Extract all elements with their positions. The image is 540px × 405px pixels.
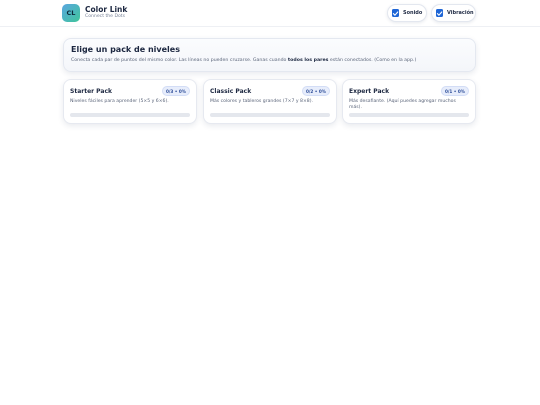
pack-card-header: Expert Pack 0/1 • 0% (349, 86, 469, 96)
vibration-toggle[interactable]: Vibración (431, 4, 476, 22)
pack-card-expert[interactable]: Expert Pack 0/1 • 0% Más desafiante. (Aq… (342, 79, 476, 124)
vibration-checkbox[interactable] (436, 9, 443, 17)
pack-progress-badge: 0/3 • 0% (161, 86, 190, 96)
vibration-label: Vibración (447, 10, 474, 16)
pack-progress-bar (70, 113, 190, 117)
intro-desc-text: Conecta cada par de puntos del mismo col… (71, 58, 288, 63)
check-icon (392, 10, 399, 16)
sound-checkbox[interactable] (392, 9, 399, 17)
sound-label: Sonido (403, 10, 423, 16)
pack-title: Classic Pack (210, 87, 252, 95)
brand-text: Color Link Connect the Dots (85, 6, 127, 20)
pack-progress-badge: 0/1 • 0% (440, 86, 469, 96)
pack-progress-bar (349, 113, 469, 117)
intro-desc-bold: todos los pares (287, 58, 329, 63)
intro-panel: Elige un pack de niveles Conecta cada pa… (63, 38, 476, 72)
pack-card-header: Starter Pack 0/3 • 0% (70, 86, 190, 96)
pack-description: Más colores y tableros grandes (7×7 y 8×… (210, 99, 313, 104)
pack-description: Niveles fáciles para aprender (5×5 y 6×6… (70, 99, 169, 104)
intro-desc-text-end: están conectados. (Como en la app.) (328, 58, 417, 63)
app-logo: CL (62, 4, 80, 22)
top-bar: CL Color Link Connect the Dots Sonido Vi… (0, 0, 540, 27)
check-icon (436, 10, 443, 16)
brand: CL Color Link Connect the Dots (62, 4, 127, 22)
pack-title: Expert Pack (349, 87, 390, 95)
intro-description: Conecta cada par de puntos del mismo col… (71, 58, 468, 63)
pack-description: Más desafiante. (Aquí puedes agregar muc… (349, 99, 456, 111)
intro-title: Elige un pack de niveles (71, 45, 180, 54)
app-subtitle: Connect the Dots (85, 14, 125, 20)
pack-title: Starter Pack (70, 87, 113, 95)
sound-toggle[interactable]: Sonido (387, 4, 427, 22)
pack-card-classic[interactable]: Classic Pack 0/2 • 0% Más colores y tabl… (203, 79, 337, 124)
pack-progress-bar (210, 113, 330, 117)
pack-progress-badge: 0/2 • 0% (301, 86, 330, 96)
pack-card-header: Classic Pack 0/2 • 0% (210, 86, 330, 96)
app-title: Color Link (85, 4, 128, 14)
pack-card-starter[interactable]: Starter Pack 0/3 • 0% Niveles fáciles pa… (63, 79, 197, 124)
